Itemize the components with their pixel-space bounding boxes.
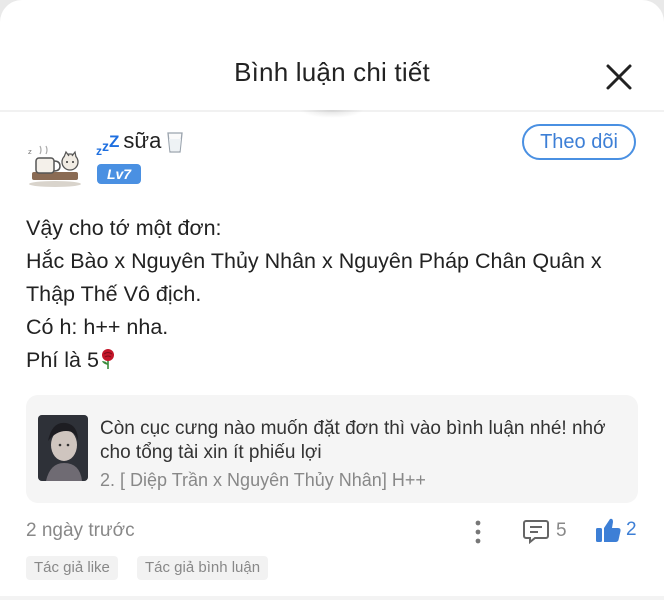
reply-button[interactable]: 5 — [522, 516, 567, 546]
quoted-post[interactable]: Còn cục cưng nào muốn đặt đơn thì vào bì… — [26, 395, 638, 503]
reply-count: 5 — [556, 520, 567, 541]
avatar[interactable]: z — [26, 140, 84, 188]
quoted-post-text: Còn cục cưng nào muốn đặt đơn thì vào bì… — [100, 418, 606, 463]
comment-line: Vậy cho tớ một đơn: — [26, 216, 222, 240]
comment-line: Hắc Bào x Nguyên Thủy Nhân x Nguyên Pháp… — [26, 249, 602, 273]
divider-shadow — [300, 110, 364, 118]
close-button[interactable] — [602, 60, 636, 94]
level-badge: Lv7 — [97, 164, 141, 184]
page-title: Bình luận chi tiết — [234, 57, 430, 87]
bottom-divider — [0, 596, 664, 600]
comment-line: Có h: h++ nha. — [26, 315, 169, 339]
svg-text:z: z — [28, 148, 32, 156]
comment-line-last: Phí là 5 — [26, 344, 646, 377]
author-commented-badge: Tác giả bình luận — [137, 556, 269, 580]
comment-text: Vậy cho tớ một đơn: Hắc Bào x Nguyên Thủ… — [26, 212, 646, 377]
like-count: 2 — [626, 519, 637, 540]
more-vertical-icon — [475, 520, 481, 544]
close-icon — [606, 64, 632, 90]
comment-timestamp: 2 ngày trước — [26, 520, 135, 541]
milk-icon — [167, 132, 184, 153]
thumbs-up-icon — [596, 518, 621, 542]
sleep-zz: zzZ — [96, 132, 120, 158]
rose-icon — [101, 349, 114, 369]
author-liked-badge: Tác giả like — [26, 556, 118, 580]
comment-icon — [523, 520, 549, 545]
username[interactable]: zzZ sữa — [96, 128, 185, 158]
username-text: sữa — [123, 128, 162, 153]
more-options-button[interactable] — [470, 518, 486, 546]
comment-line: Thập Thế Vô địch. — [26, 282, 202, 306]
sheet-header — [0, 0, 664, 112]
follow-button[interactable]: Theo dõi — [522, 124, 636, 160]
quoted-post-thumbnail — [38, 415, 88, 481]
quoted-post-title: 2. [ Diệp Trần x Nguyên Thủy Nhân] H++ — [100, 470, 426, 490]
like-button[interactable]: 2 — [594, 514, 637, 546]
